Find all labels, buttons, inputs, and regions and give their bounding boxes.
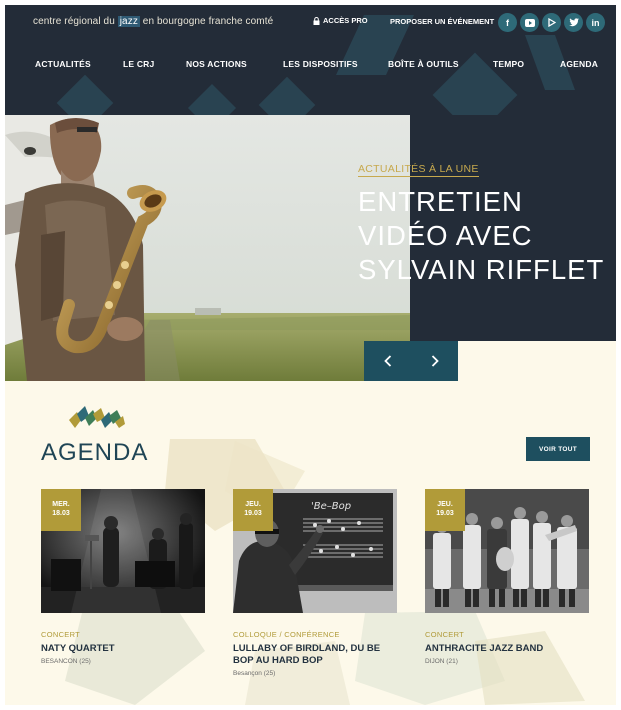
event-image[interactable]: JEU. 19.03 [425,489,589,613]
svg-text:'Be–Bop: 'Be–Bop [311,501,351,512]
youtube-icon[interactable] [520,13,539,32]
twitter-icon[interactable] [564,13,583,32]
event-category: CONCERT [425,630,465,639]
event-location: DIJON (21) [425,658,458,665]
feature-title[interactable]: ENTRETIEN VIDÉO AVEC SYLVAIN RIFFLET [358,185,608,287]
social-links: f in [498,13,605,32]
site-name-highlight: jazz [117,16,140,27]
carousel-controls [364,341,458,381]
acces-pro-label: ACCÈS PRO [323,16,368,25]
event-location: BESANCON (25) [41,658,91,665]
nav-item-actualites[interactable]: ACTUALITÉS [35,59,91,69]
event-location: Besançon (25) [233,670,276,677]
top-bar: centre régional du jazz en bourgogne fra… [5,5,616,41]
saxophonist-photo [5,115,410,381]
event-title[interactable]: NATY QUARTET [41,643,205,655]
nav-item-boite-a-outils[interactable]: BOÎTE À OUTILS [388,59,459,69]
event-category: CONCERT [41,630,81,639]
badge-day: JEU. [437,501,453,508]
site-name-part: en bourgogne franche comté [139,16,274,27]
badge-date: 18.03 [52,510,70,517]
main-nav: ACTUALITÉS LE CRJ NOS ACTIONS LES DISPOS… [5,59,616,75]
decorative-shape [56,74,114,115]
facebook-icon[interactable]: f [498,13,517,32]
event-title[interactable]: LULLABY OF BIRDLAND, DU BE BOP AU HARD B… [233,643,397,667]
badge-day: MER. [52,501,70,508]
badge-date: 19.03 [436,510,454,517]
nav-item-nos-actions[interactable]: NOS ACTIONS [186,59,247,69]
youtube-glyph [524,18,535,27]
chevron-left-icon [383,355,391,367]
event-title[interactable]: ANTHRACITE JAZZ BAND [425,643,589,655]
site-header: centre régional du jazz en bourgogne fra… [5,5,616,115]
site-name-part: centre régional du [33,16,118,27]
nav-item-le-crj[interactable]: LE CRJ [123,59,154,69]
event-image[interactable]: 'Be–Bop JEU. 19.03 [233,489,397,613]
play-icon[interactable] [542,13,561,32]
site-name[interactable]: centre régional du jazz en bourgogne fra… [33,16,273,27]
event-category: COLLOQUE / CONFÉRENCE [233,630,340,639]
date-badge: JEU. 19.03 [233,489,273,531]
nav-item-agenda[interactable]: AGENDA [560,59,598,69]
feature-label[interactable]: ACTUALITÉS À LA UNE [358,163,479,177]
event-card[interactable]: MER. 18.03 CONCERT NATY QUARTET BESANCON… [41,489,205,665]
event-image[interactable]: MER. 18.03 [41,489,205,613]
agenda-logo-icon [69,406,125,428]
decorative-shape [258,76,316,115]
voir-tout-button[interactable]: VOIR TOUT [526,437,590,461]
next-button[interactable] [411,341,458,381]
nav-item-tempo[interactable]: TEMPO [493,59,524,69]
page: centre régional du jazz en bourgogne fra… [5,5,616,705]
prev-button[interactable] [364,341,411,381]
badge-date: 19.03 [244,510,262,517]
lock-icon [313,16,320,25]
badge-day: JEU. [245,501,261,508]
event-card[interactable]: 'Be–Bop JEU. 19.03 COLLOQUE / CONFÉRENCE… [233,489,397,677]
decorative-shape [187,83,237,115]
date-badge: JEU. 19.03 [425,489,465,531]
hero-photo[interactable] [5,115,410,381]
bird-glyph [568,18,579,27]
proposer-evenement-link[interactable]: PROPOSER UN ÉVÉNEMENT [390,17,494,26]
agenda-section: AGENDA VOIR TOUT MER. 18.03 CONCERT NATY… [5,381,616,705]
event-card[interactable]: JEU. 19.03 CONCERT ANTHRACITE JAZZ BAND … [425,489,589,665]
acces-pro-link[interactable]: ACCÈS PRO [313,16,368,25]
linkedin-icon[interactable]: in [586,13,605,32]
agenda-title: AGENDA [41,439,149,466]
date-badge: MER. 18.03 [41,489,81,531]
nav-item-les-dispositifs[interactable]: LES DISPOSITIFS [283,59,358,69]
hero-carousel: ACTUALITÉS À LA UNE ENTRETIEN VIDÉO AVEC… [5,115,616,381]
chevron-right-icon [431,355,439,367]
play-glyph [547,18,556,27]
